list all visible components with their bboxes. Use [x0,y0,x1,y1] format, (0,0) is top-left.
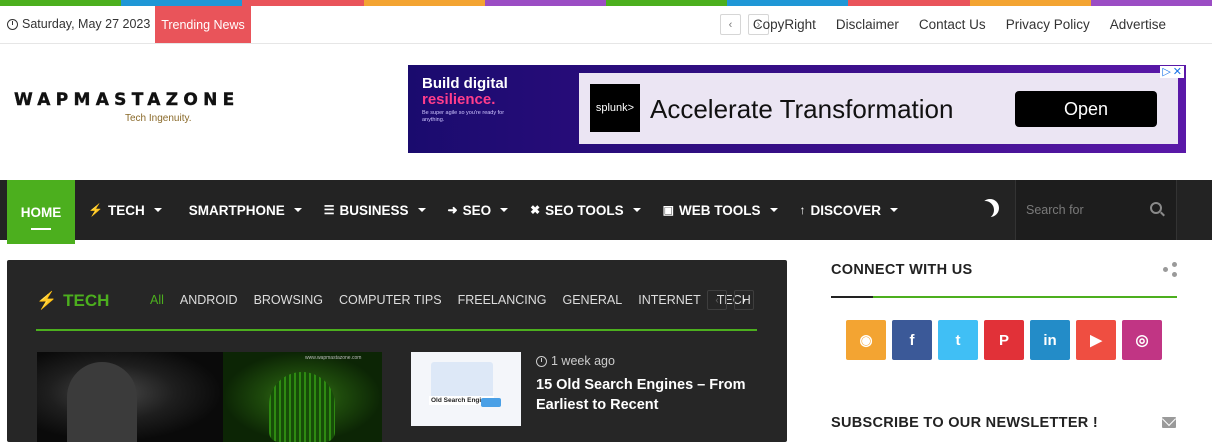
clock-icon [7,18,18,30]
featured-image-hacker[interactable] [37,352,223,442]
nav-items: ⚡ TECH SMARTPHONE ☰ BUSINESS ➜ SEO ✖ SEO TOOLS ▣ W… [88,180,899,240]
close-icon[interactable]: ✕ [1173,66,1182,78]
ad-small-print: Be super agile so you're ready for anyth… [422,110,505,123]
post-thumbnail[interactable]: Old Search Engines [411,352,521,426]
bolt-icon: ⚡ [36,291,58,310]
ad-banner[interactable]: Build digital resilience. Be super agile… [408,65,1186,153]
image-watermark: www.wapmastazone.com [305,355,362,361]
share-icon [1163,262,1177,277]
tab-internet[interactable]: INTERNET [638,293,701,307]
top-link-copyright[interactable]: CopyRight [753,17,816,32]
section-title[interactable]: ⚡ TECH [36,291,109,311]
nav-item-seo-tools[interactable]: ✖ SEO TOOLS [530,203,641,218]
nav-item-label: SMARTPHONE [188,202,285,218]
tools-icon: ✖ [530,203,541,217]
arrow-up-icon: ↑ [799,203,806,217]
logo-tagline: Tech Ingenuity. [125,113,192,124]
chevron-down-icon [417,208,426,212]
clock-icon [536,355,547,367]
monitor-icon: ▣ [662,203,675,217]
chevron-down-icon [890,208,899,212]
tabs-prev-button[interactable]: ‹ [707,290,727,310]
ad-headline-accent: resilience. [422,91,496,108]
search-input[interactable] [1026,200,1146,220]
top-link-privacy[interactable]: Privacy Policy [1006,17,1090,32]
instagram-icon[interactable]: ◎ [1122,320,1162,360]
chevron-down-icon [769,208,778,212]
nav-home[interactable]: HOME [7,180,75,244]
bolt-icon: ⚡ [88,203,103,217]
nav-item-label: SEO [462,202,492,218]
splunk-logo: splunk> [590,84,640,132]
connect-title: CONNECT WITH US [831,262,973,278]
subscribe-title: SUBSCRIBE TO OUR NEWSLETTER ! [831,415,1099,431]
date-text: Saturday, May 27 2023 [22,17,151,31]
top-link-disclaimer[interactable]: Disclaimer [836,17,899,32]
nav-item-label: TECH [107,202,145,218]
section-divider [36,329,757,331]
ad-choices[interactable]: ▷ ✕ [1160,66,1184,78]
rss-icon[interactable]: ◉ [846,320,886,360]
pinterest-icon[interactable]: P [984,320,1024,360]
ticker-prev-button[interactable]: ‹ [720,14,741,35]
tab-browsing[interactable]: BROWSING [254,293,323,307]
sidebar-divider [831,296,1177,298]
tab-freelancing[interactable]: FREELANCING [458,293,547,307]
envelope-icon [1162,417,1176,428]
youtube-icon[interactable]: ▶ [1076,320,1116,360]
current-date: Saturday, May 27 2023 [7,17,150,31]
section-title-text: TECH [63,291,110,310]
facebook-icon[interactable]: f [892,320,932,360]
nav-item-label: WEB TOOLS [679,202,761,218]
adchoices-icon[interactable]: ▷ [1162,66,1170,78]
post-time-text: 1 week ago [551,354,615,368]
social-links: ◉ f t Pin ▶ ◎ [846,320,1162,360]
ad-headline: Build digital [422,75,508,92]
search-icon[interactable] [1150,202,1162,214]
nav-item-seo[interactable]: ➜ SEO [448,203,509,218]
logo-wordmark: WAPMASTAZONE [14,90,240,110]
chevron-down-icon [153,208,162,212]
category-tabs: All ANDROID BROWSING COMPUTER TIPS FREELANCI… [150,293,751,307]
arrow-circle-icon: ➜ [447,203,458,217]
nav-item-label: SEO TOOLS [545,202,624,218]
chevron-down-icon [500,208,509,212]
main-nav: HOME ⚡ TECH SMARTPHONE ☰ BUSINESS ➜ SEO ✖ SEO TO… [0,180,1212,244]
nav-item-web-tools[interactable]: ▣ WEB TOOLS [663,203,778,218]
linkedin-icon[interactable]: in [1030,320,1070,360]
nav-item-tech[interactable]: ⚡ TECH [88,203,162,218]
trending-news-button[interactable]: Trending News [155,6,251,43]
nav-item-label: BUSINESS [339,202,409,218]
nav-item-business[interactable]: ☰ BUSINESS [324,203,426,218]
featured-image-circuit-head[interactable]: www.wapmastazone.com [223,352,382,442]
twitter-icon[interactable]: t [938,320,978,360]
tab-computer-tips[interactable]: COMPUTER TIPS [339,293,442,307]
ad-title: Accelerate Transformation [650,94,954,124]
chevron-down-icon [632,208,641,212]
post-title[interactable]: 15 Old Search Engines – From Earliest to… [536,375,756,415]
top-bar: Saturday, May 27 2023 Trending News ‹ › … [0,6,1212,44]
nav-item-discover[interactable]: ↑ DISCOVER [800,203,899,218]
dark-mode-toggle-icon[interactable] [981,199,999,217]
top-link-contact[interactable]: Contact Us [919,17,986,32]
nav-item-label: DISCOVER [810,202,882,218]
tabs-next-button[interactable]: › [734,290,754,310]
tab-all[interactable]: All [150,293,164,307]
site-logo[interactable]: WAPMASTAZONE Tech Ingenuity. [14,90,240,124]
chevron-down-icon [293,208,302,212]
thumbnail-search-pill [481,398,501,407]
top-link-advertise[interactable]: Advertise [1110,17,1166,32]
ad-panel: splunk> Accelerate Transformation Open [579,73,1178,144]
post-time: 1 week ago [536,354,615,368]
list-icon: ☰ [323,203,335,217]
tech-section: ⚡ TECH All ANDROID BROWSING COMPUTER TIPS FR… [7,260,787,442]
search-box [1015,180,1177,240]
tab-android[interactable]: ANDROID [180,293,238,307]
ad-open-button[interactable]: Open [1015,91,1157,127]
top-links: CopyRight Disclaimer Contact Us Privacy … [753,17,1166,32]
nav-item-smartphone[interactable]: SMARTPHONE [184,203,302,218]
tab-general[interactable]: GENERAL [562,293,622,307]
